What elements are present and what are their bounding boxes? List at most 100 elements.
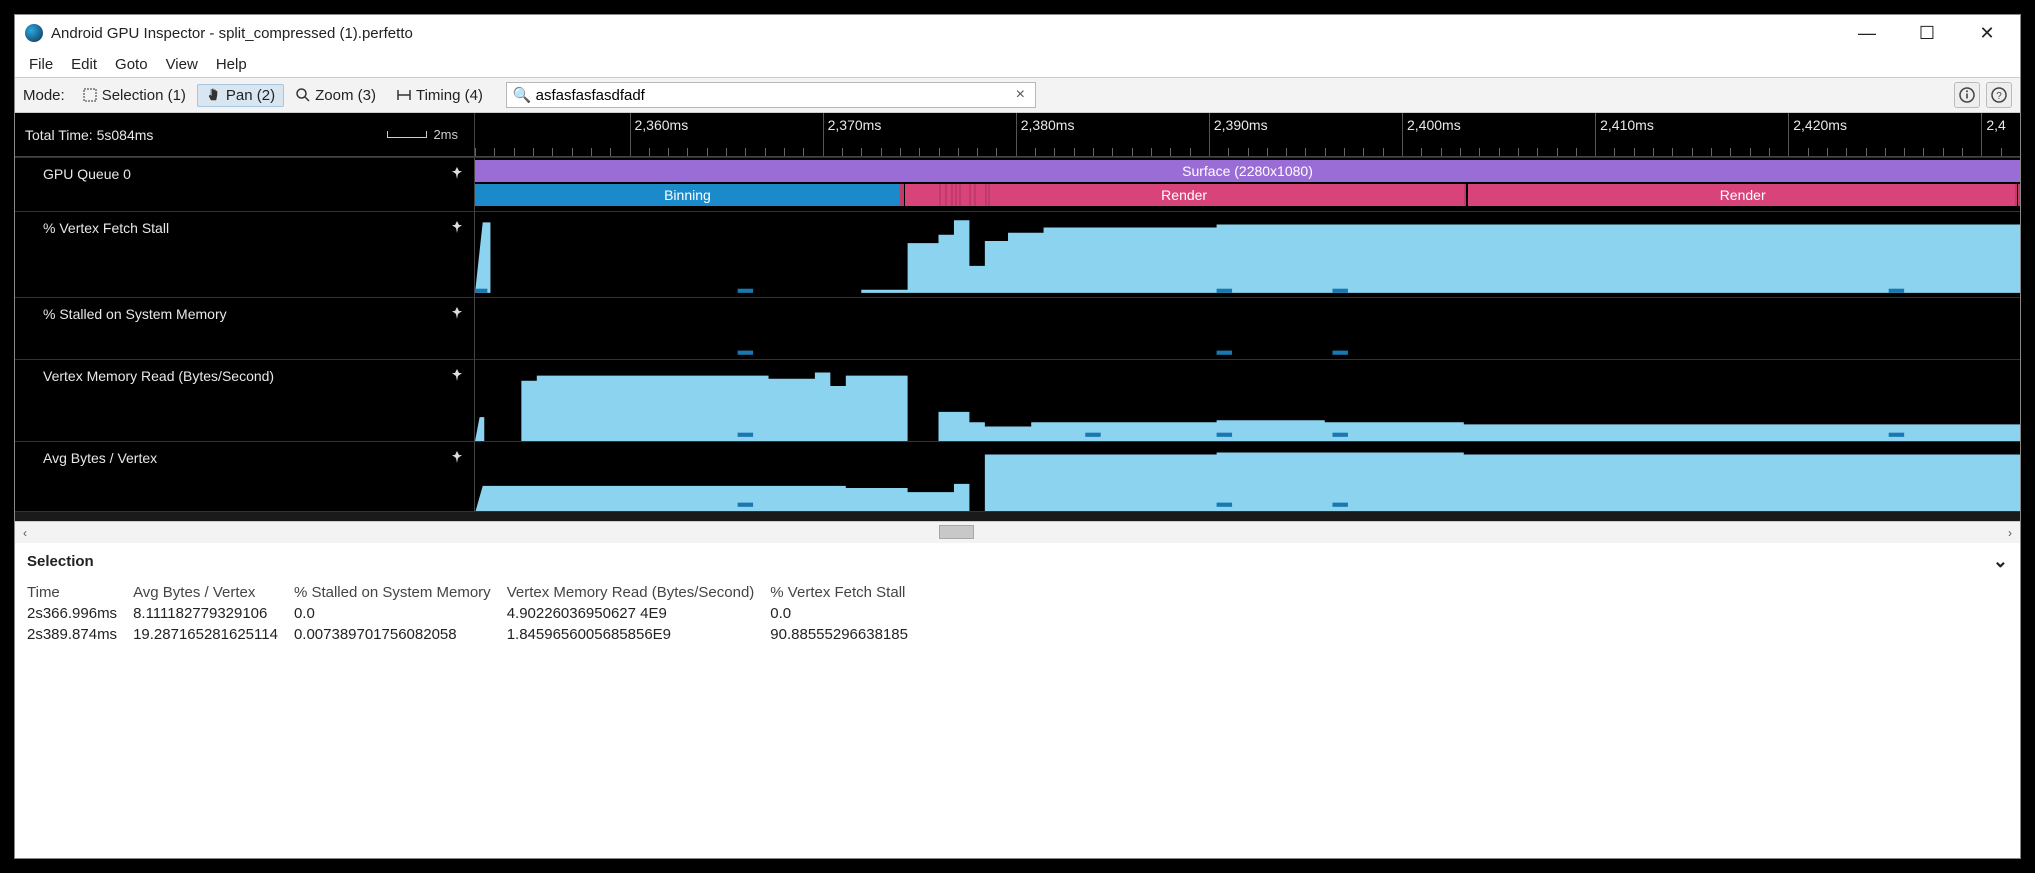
menu-view[interactable]: View	[158, 54, 206, 75]
app-icon	[25, 24, 43, 42]
menu-edit[interactable]: Edit	[63, 54, 105, 75]
time-ruler[interactable]: 2,360ms2,370ms2,380ms2,390ms2,400ms2,410…	[475, 113, 2020, 156]
pan-icon	[206, 87, 222, 103]
span-boundary	[974, 184, 976, 206]
mode-timing-button[interactable]: Timing (4)	[387, 84, 492, 107]
major-tick: 2,4	[1981, 113, 2005, 156]
selection-panel: Selection ⌄ TimeAvg Bytes / Vertex% Stal…	[15, 543, 2020, 858]
search-box[interactable]: 🔍 ×	[506, 82, 1036, 108]
gpu-queue-canvas[interactable]: Surface (2280x1080)BinningRenderRender	[475, 157, 2020, 211]
minor-tick	[1383, 148, 1384, 156]
minor-tick	[1730, 148, 1731, 156]
counter-canvas[interactable]	[475, 359, 2020, 441]
pin-icon[interactable]	[450, 220, 464, 237]
table-cell: 2s366.996ms	[27, 603, 133, 624]
minor-tick	[649, 148, 650, 156]
mode-pan-button[interactable]: Pan (2)	[197, 84, 284, 107]
menu-goto[interactable]: Goto	[107, 54, 156, 75]
span-boundary	[2018, 184, 2020, 206]
mode-zoom-button[interactable]: Zoom (3)	[286, 84, 385, 107]
span-binning[interactable]: Binning	[475, 184, 900, 206]
span-surface[interactable]: Surface (2280x1080)	[475, 160, 2020, 182]
maximize-button[interactable]: ☐	[1912, 23, 1942, 44]
span-boundary	[939, 184, 941, 206]
help-button[interactable]: ?	[1986, 82, 2012, 108]
scroll-left-icon[interactable]: ‹	[15, 526, 35, 540]
span-render[interactable]: Render	[1468, 184, 2016, 206]
table-cell: 1.8459656005685856E9	[507, 624, 771, 645]
pin-icon[interactable]	[450, 368, 464, 385]
minor-tick	[1537, 148, 1538, 156]
minor-tick	[1634, 148, 1635, 156]
track-label: Avg Bytes / Vertex	[43, 450, 157, 466]
mode-selection-button[interactable]: Selection (1)	[73, 84, 195, 107]
menu-file[interactable]: File	[21, 54, 61, 75]
span-boundary	[1464, 184, 1466, 206]
scale-bracket-icon	[387, 132, 427, 138]
minor-tick	[939, 148, 940, 156]
major-tick: 2,410ms	[1595, 113, 1654, 156]
minor-tick	[1557, 148, 1558, 156]
minor-tick	[784, 148, 785, 156]
selection-column-header: Vertex Memory Read (Bytes/Second)	[507, 582, 771, 603]
minor-tick	[977, 148, 978, 156]
minor-tick	[1923, 148, 1924, 156]
selection-column-header: % Stalled on System Memory	[294, 582, 507, 603]
pin-icon[interactable]	[450, 450, 464, 467]
scale-label: 2ms	[433, 127, 458, 142]
table-cell: 90.88555296638185	[770, 624, 924, 645]
horizontal-scrollbar[interactable]: ‹ ›	[15, 521, 2020, 543]
minor-tick	[1132, 148, 1133, 156]
major-tick: 2,400ms	[1402, 113, 1461, 156]
minor-tick	[1866, 148, 1867, 156]
scrollbar-thumb[interactable]	[939, 525, 974, 539]
minor-tick	[958, 148, 959, 156]
info-button[interactable]	[1954, 82, 1980, 108]
table-cell: 0.0	[770, 603, 924, 624]
minor-tick	[707, 148, 708, 156]
minor-tick	[610, 148, 611, 156]
minor-tick	[1808, 148, 1809, 156]
toolbar: Mode: Selection (1)Pan (2)Zoom (3)Timing…	[15, 77, 2020, 113]
counter-canvas[interactable]	[475, 211, 2020, 297]
window-title: Android GPU Inspector - split_compressed…	[51, 25, 413, 42]
minor-tick	[533, 148, 534, 156]
counter-track: % Stalled on System Memory	[15, 297, 2020, 359]
minor-tick	[1074, 148, 1075, 156]
pin-icon[interactable]	[450, 166, 464, 183]
menu-help[interactable]: Help	[208, 54, 255, 75]
table-row[interactable]: 2s366.996ms8.1111827793291060.04.9022603…	[27, 603, 924, 624]
minor-tick	[1305, 148, 1306, 156]
minor-tick	[1962, 148, 1963, 156]
minimize-button[interactable]: —	[1852, 23, 1882, 44]
table-cell: 2s389.874ms	[27, 624, 133, 645]
minor-tick	[1228, 148, 1229, 156]
span-boundary	[945, 184, 947, 206]
minor-tick	[1035, 148, 1036, 156]
search-clear-icon[interactable]: ×	[1012, 86, 1029, 104]
counter-track: Avg Bytes / Vertex	[15, 441, 2020, 511]
table-cell: 4.90226036950627 4E9	[507, 603, 771, 624]
minor-tick	[1576, 148, 1577, 156]
major-tick: 2,390ms	[1209, 113, 1268, 156]
minor-tick	[1479, 148, 1480, 156]
minor-tick	[726, 148, 727, 156]
search-input[interactable]	[536, 87, 1012, 104]
minor-tick	[842, 148, 843, 156]
collapse-icon[interactable]: ⌄	[1993, 551, 2008, 572]
counter-canvas[interactable]	[475, 297, 2020, 359]
span-boundary	[969, 184, 971, 206]
minor-tick	[572, 148, 573, 156]
minor-tick	[1518, 148, 1519, 156]
selection-icon	[82, 87, 98, 103]
close-button[interactable]: ✕	[1972, 23, 2002, 44]
menubar: FileEditGotoViewHelp	[15, 51, 2020, 77]
table-row[interactable]: 2s389.874ms19.2871652816251140.007389701…	[27, 624, 924, 645]
pin-icon[interactable]	[450, 306, 464, 323]
counter-canvas[interactable]	[475, 441, 2020, 511]
minor-tick	[1943, 148, 1944, 156]
track-label: Vertex Memory Read (Bytes/Second)	[43, 368, 274, 384]
scroll-right-icon[interactable]: ›	[2000, 526, 2020, 540]
timeline[interactable]: Total Time: 5s084ms 2ms 2,360ms2,370ms2,…	[15, 113, 2020, 521]
minor-tick	[1093, 148, 1094, 156]
